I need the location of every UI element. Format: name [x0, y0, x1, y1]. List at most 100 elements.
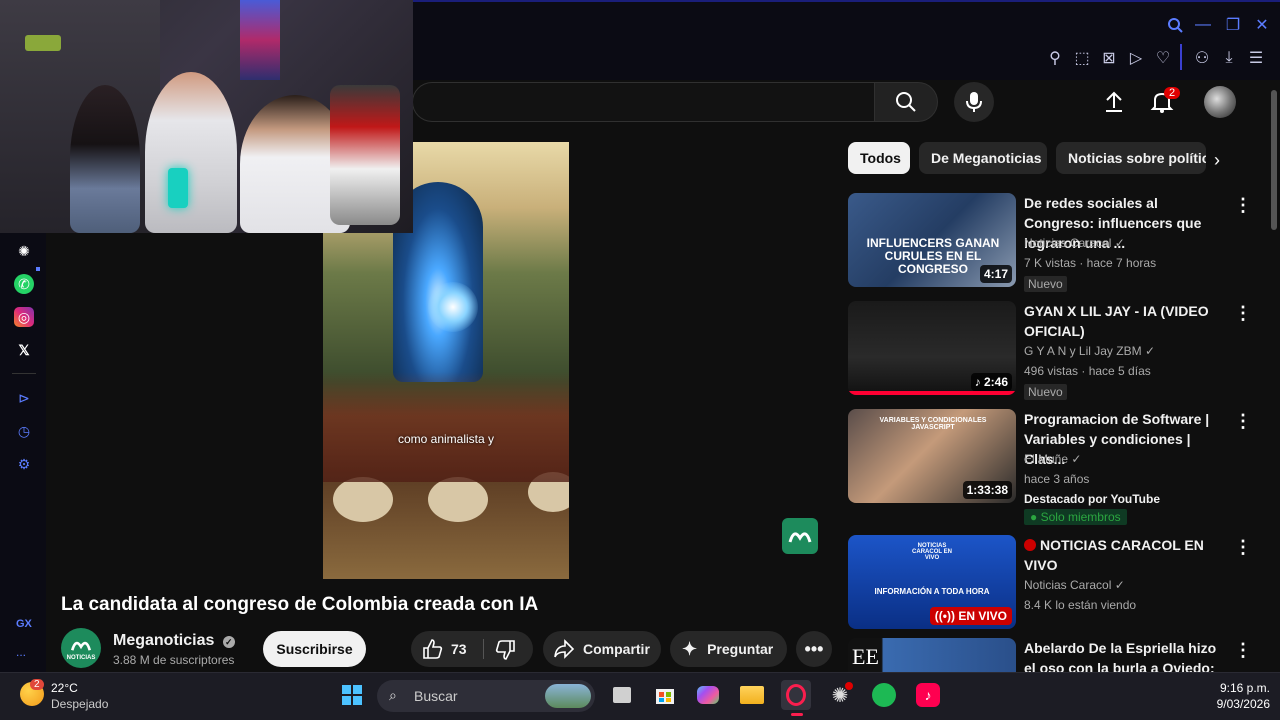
- m365-icon[interactable]: [693, 680, 723, 710]
- file-explorer-icon[interactable]: [737, 680, 767, 710]
- video-title: GYAN X LIL JAY - IA (VIDEO OFICIAL): [1024, 303, 1209, 339]
- ask-button[interactable]: ✦ Preguntar: [670, 631, 787, 667]
- chatgpt-icon[interactable]: ✺: [14, 241, 34, 261]
- dislike-button[interactable]: [495, 639, 517, 664]
- tiktok-icon[interactable]: ♪: [913, 680, 943, 710]
- video-thumbnail[interactable]: ♪ 2:46: [848, 301, 1016, 395]
- live-icon: ((•)): [934, 609, 959, 623]
- chatgpt-icon[interactable]: ✺: [825, 680, 855, 710]
- channel-text: Noticias Caracol: [1024, 578, 1112, 592]
- taskbar-search[interactable]: ⌕ Buscar: [377, 680, 595, 712]
- store-icon[interactable]: [650, 680, 680, 710]
- more-actions-button[interactable]: •••: [796, 631, 832, 667]
- more-options-icon[interactable]: ⋮: [1234, 411, 1252, 432]
- search-icon: [896, 92, 916, 112]
- weather-badge: 2: [30, 679, 44, 690]
- channel-name[interactable]: Meganoticias ✓: [113, 632, 235, 650]
- channel-avatar[interactable]: NOTICIAS: [61, 628, 101, 668]
- chip-de-meganoticias[interactable]: De Meganoticias: [919, 142, 1047, 174]
- divider: [12, 373, 36, 374]
- webcam-overlay: [0, 0, 413, 233]
- settings-icon[interactable]: ⚙: [14, 454, 34, 474]
- search-input[interactable]: [412, 82, 874, 122]
- more-options-icon[interactable]: ⋮: [1234, 303, 1252, 324]
- video-thumbnail[interactable]: EE: [848, 638, 1016, 672]
- user-avatar[interactable]: [1204, 86, 1236, 118]
- more-options-icon[interactable]: ⋮: [1234, 640, 1252, 661]
- gx-label[interactable]: GX: [16, 618, 32, 630]
- video-duration: ♪ 2:46: [970, 373, 1012, 391]
- search-icon[interactable]: [1164, 14, 1186, 36]
- player-icon[interactable]: ▷: [1125, 47, 1147, 69]
- more-options-icon[interactable]: ⋮: [1234, 195, 1252, 216]
- snapshot-icon[interactable]: ⬚: [1071, 47, 1093, 69]
- windows-start-icon[interactable]: [337, 680, 367, 710]
- video-meta: hace 3 años: [1024, 472, 1090, 486]
- instagram-icon[interactable]: ◎: [14, 307, 34, 327]
- video-thumbnail[interactable]: VARIABLES Y CONDICIONALES JAVASCRIPT 1:3…: [848, 409, 1016, 503]
- video-thumbnail[interactable]: NOTICIAS CARACOL EN VIVO INFORMACIÓN A T…: [848, 535, 1016, 629]
- recommended-video[interactable]: VARIABLES Y CONDICIONALES JAVASCRIPT 1:3…: [848, 409, 1260, 529]
- recommended-video[interactable]: NOTICIAS CARACOL EN VIVO INFORMACIÓN A T…: [848, 535, 1260, 635]
- more-options-icon[interactable]: ⋮: [1234, 537, 1252, 558]
- voice-search-button[interactable]: [954, 82, 994, 122]
- restore-icon[interactable]: ❐: [1222, 14, 1244, 36]
- like-button[interactable]: [421, 638, 443, 663]
- live-text: EN VIVO: [958, 609, 1007, 623]
- microphone-icon: [966, 92, 982, 112]
- recommended-video[interactable]: ♪ 2:46 GYAN X LIL JAY - IA (VIDEO OFICIA…: [848, 301, 1260, 406]
- music-note-icon: ♪: [974, 375, 984, 389]
- thumbs-up-icon: [423, 639, 443, 659]
- task-view-icon[interactable]: [607, 680, 637, 710]
- opera-gx-icon[interactable]: [781, 680, 811, 710]
- thumbs-down-icon: [495, 640, 515, 660]
- history-icon[interactable]: ◷: [14, 421, 34, 441]
- subscribe-button[interactable]: Suscribirse: [263, 631, 366, 667]
- new-badge: Nuevo: [1024, 384, 1067, 400]
- browser-sidebar: ✺ ✆ ◎ 𝕏 ⊳ ◷ ⚙ GX ...: [0, 233, 46, 673]
- search-button[interactable]: [874, 82, 938, 122]
- notification-count: 2: [1164, 87, 1181, 99]
- video-thumbnail[interactable]: INFLUENCERS GANAN CURULES EN EL CONGRESO…: [848, 193, 1016, 287]
- x-icon[interactable]: 𝕏: [14, 340, 34, 360]
- upload-button[interactable]: [1101, 89, 1127, 115]
- person-middle: [145, 72, 237, 233]
- sidebar-more-icon[interactable]: ...: [16, 645, 26, 659]
- download-icon[interactable]: ⤓: [1218, 47, 1240, 69]
- meganoticias-logo[interactable]: [782, 518, 818, 554]
- windows-taskbar: [0, 672, 1280, 720]
- spotify-icon[interactable]: [869, 680, 899, 710]
- glow: [428, 282, 478, 332]
- chip-noticias-politica[interactable]: Noticias sobre polític: [1056, 142, 1206, 174]
- notifications-button[interactable]: 2: [1149, 87, 1181, 115]
- chevron-right-icon[interactable]: ›: [1214, 150, 1220, 171]
- ask-label: Preguntar: [707, 641, 774, 657]
- recommended-video[interactable]: INFLUENCERS GANAN CURULES EN EL CONGRESO…: [848, 193, 1260, 298]
- heart-icon[interactable]: ♡: [1152, 47, 1174, 69]
- verified-icon: ✓: [1114, 578, 1125, 592]
- share-label: Compartir: [583, 641, 650, 657]
- video-title: NOTICIAS CARACOL EN VIVO: [1024, 535, 1224, 575]
- whatsapp-icon[interactable]: ✆: [14, 274, 34, 294]
- minimize-icon[interactable]: —: [1192, 14, 1214, 36]
- share-button[interactable]: Compartir: [543, 631, 661, 667]
- account-icon[interactable]: ⚇: [1191, 47, 1213, 69]
- subscriber-count: 3.88 M de suscriptores: [113, 653, 235, 667]
- gaming-chair: [330, 85, 400, 225]
- person-left: [70, 85, 140, 233]
- chip-todos[interactable]: Todos: [848, 142, 910, 174]
- close-icon[interactable]: ✕: [1251, 14, 1273, 36]
- clock-date[interactable]: 9/03/2026: [1190, 697, 1270, 711]
- clock-time[interactable]: 9:16 p.m.: [1190, 681, 1270, 695]
- like-count: 73: [451, 641, 467, 657]
- recommended-video[interactable]: EE Abelardo De la Espriella hizo el oso …: [848, 638, 1260, 672]
- weather-desc: Despejado: [51, 697, 109, 711]
- members-text: Solo miembros: [1040, 510, 1121, 524]
- verified-icon: ✓: [1144, 344, 1156, 358]
- player-icon[interactable]: ⊳: [14, 388, 34, 408]
- menu-icon[interactable]: ☰: [1245, 47, 1267, 69]
- adblock-icon[interactable]: ⊠: [1098, 47, 1120, 69]
- scrollbar-thumb[interactable]: [1271, 90, 1277, 230]
- pin-icon[interactable]: ⚲: [1044, 47, 1066, 69]
- like-dislike-group: 73: [411, 631, 533, 667]
